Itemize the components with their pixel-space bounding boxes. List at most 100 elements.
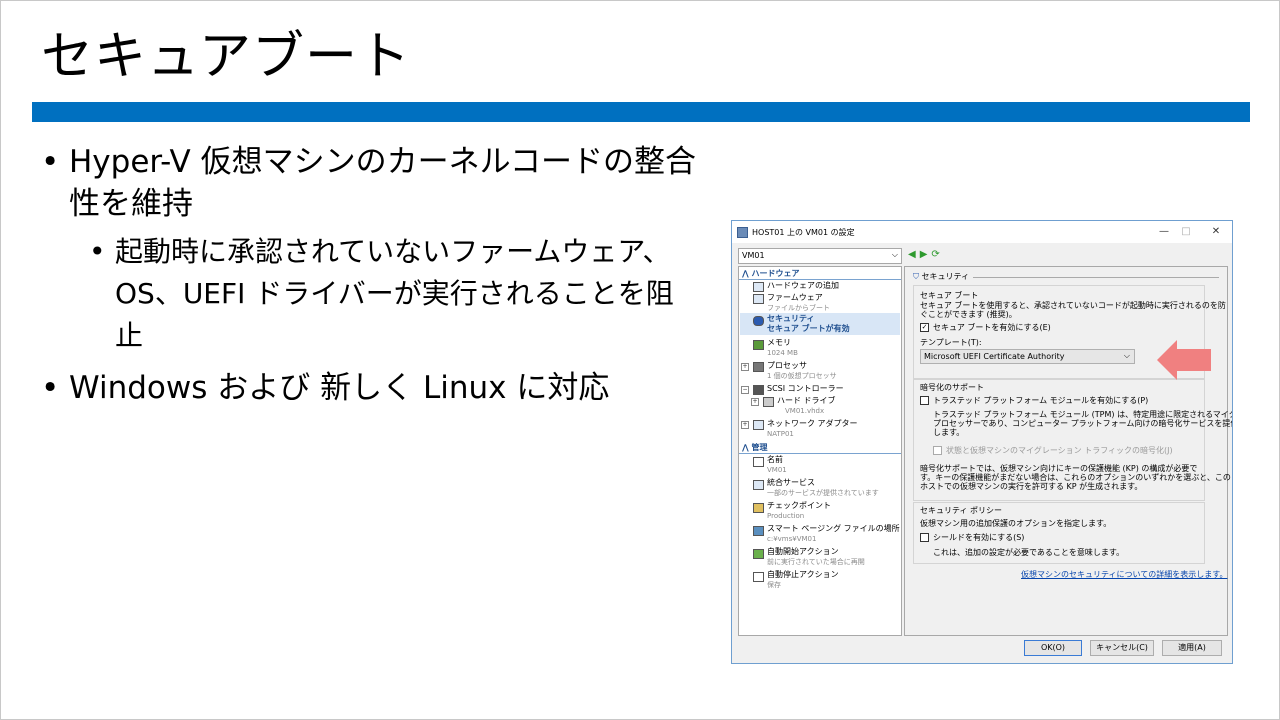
tree-sublabel: 1 個の仮想プロセッサ [767, 372, 837, 380]
secure-boot-title: セキュア ブート [920, 291, 979, 300]
template-value: Microsoft UEFI Certificate Authority [924, 352, 1065, 361]
name-icon [753, 457, 764, 467]
smart-paging-icon [753, 526, 764, 536]
tree-category-hardware[interactable]: ⋀ ハードウェア [742, 268, 800, 279]
tree-label: 自動開始アクション [767, 547, 839, 556]
tree-label: 統合サービス [767, 478, 815, 487]
tree-item-add-hardware[interactable]: ハードウェアの追加 [767, 281, 839, 291]
integration-services-icon [753, 480, 764, 490]
encrypt-migration-label: 状態と仮想マシンのマイグレーション トラフィックの暗号化(J) [946, 446, 1173, 455]
encrypt-migration-checkbox[interactable] [933, 446, 942, 455]
enable-secure-boot-label: セキュア ブートを有効にする(E) [933, 323, 1051, 332]
enable-tpm-checkbox[interactable] [920, 396, 929, 405]
hardware-label: ハードウェア [751, 269, 800, 278]
checkpoint-icon [753, 503, 764, 513]
hard-drive-icon [763, 397, 774, 407]
tree-item-processor[interactable]: プロセッサ 1 個の仮想プロセッサ [767, 361, 837, 381]
nav-arrows: ◀▶⟳ [908, 249, 944, 260]
add-hardware-icon [753, 282, 764, 292]
secure-boot-desc-2: ぐことができます (推奨)。 [920, 310, 1017, 319]
callout-arrow-icon [1157, 340, 1211, 380]
processor-icon [753, 362, 764, 372]
panel-heading: ⛉ セキュリティ [913, 271, 969, 282]
dialog-title: HOST01 上の VM01 の設定 [752, 228, 855, 237]
template-select[interactable]: Microsoft UEFI Certificate Authority ⌵ [920, 349, 1135, 364]
maximize-button[interactable]: □ [1178, 225, 1194, 239]
tree-sublabel: 保存 [767, 581, 781, 589]
expand-icon[interactable]: + [741, 421, 749, 429]
tree-label: メモリ [767, 338, 791, 347]
tree-item-memory[interactable]: メモリ 1024 MB [767, 338, 798, 358]
tree-label: ネットワーク アダプター [767, 419, 858, 428]
tree-item-network-adapter[interactable]: ネットワーク アダプター NATP01 [767, 419, 858, 439]
tree-label: ハードウェアの追加 [767, 281, 839, 290]
security-policy-desc: 仮想マシン用の追加保護のオプションを指定します。 [920, 519, 1112, 528]
close-button[interactable]: ✕ [1208, 225, 1224, 239]
network-adapter-icon [753, 420, 764, 430]
enable-shielding-label: シールドを有効にする(S) [933, 533, 1025, 542]
enable-shielding-checkbox[interactable] [920, 533, 929, 542]
tree-category-management[interactable]: ⋀ 管理 [742, 442, 768, 453]
panel-heading-text: セキュリティ [921, 272, 970, 281]
tree-item-smart-paging[interactable]: スマート ページング ファイルの場所 c:¥vms¥VM01 [767, 524, 900, 544]
apply-button[interactable]: 適用(A) [1162, 640, 1222, 656]
tree-item-auto-stop[interactable]: 自動停止アクション 保存 [767, 570, 839, 590]
minimize-button[interactable]: — [1156, 225, 1172, 239]
tpm-desc-1: トラステッド プラットフォーム モジュール (TPM) は、特定用途に限定される… [933, 410, 1233, 419]
ok-button[interactable]: OK(O) [1024, 640, 1082, 656]
tree-item-auto-start[interactable]: 自動開始アクション 前に実行されていた場合に再開 [767, 547, 865, 567]
tree-item-integration-services[interactable]: 統合サービス一部のサービスが提供されています [767, 478, 879, 498]
bullet-1-sub-1: 起動時に承認されていないファームウェア、OS、UEFI ドライバーが実行されるこ… [89, 231, 675, 357]
tree-sublabel: c:¥vms¥VM01 [767, 535, 817, 543]
tree-item-hard-drive[interactable]: ハード ドライブ VM01.vhdx [777, 396, 836, 416]
collapse-icon: ⋀ [742, 269, 752, 278]
tree-item-firmware[interactable]: ファームウェア ファイルからブート [767, 293, 830, 313]
back-arrow-icon[interactable]: ◀ [908, 249, 920, 260]
tree-item-name[interactable]: 名前 VM01 [767, 455, 787, 475]
shielding-note: これは、追加の設定が必要であることを意味します。 [933, 548, 1125, 557]
template-label: テンプレート(T): [920, 338, 982, 347]
tree-item-security[interactable]: セキュリティ セキュア ブートが有効 [767, 314, 850, 334]
expand-icon[interactable]: + [751, 398, 759, 406]
expand-icon[interactable]: + [741, 363, 749, 371]
secure-boot-desc-1: セキュア ブートを使用すると、承認されていないコードが起動時に実行されるのを防 [920, 301, 1226, 310]
auto-stop-icon [753, 572, 764, 582]
tree-label: ハード ドライブ [777, 396, 836, 405]
shield-icon [753, 316, 764, 326]
security-policy-group: セキュリティ ポリシー 仮想マシン用の追加保護のオプションを指定します。 シール… [913, 502, 1205, 564]
tree-label: SCSI コントローラー [767, 384, 844, 393]
scsi-controller-icon [753, 385, 764, 395]
management-label: 管理 [751, 443, 768, 452]
forward-arrow-icon[interactable]: ▶ [920, 249, 932, 260]
collapse-icon: ⋀ [742, 443, 752, 452]
enable-secure-boot-checkbox[interactable]: ✓ [920, 323, 929, 332]
slide-title: セキュアブート [41, 27, 411, 87]
tree-sublabel: 1024 MB [767, 349, 798, 357]
enable-tpm-label: トラステッド プラットフォーム モジュールを有効にする(P) [933, 396, 1149, 405]
bullet-1: Hyper-V 仮想マシンのカーネルコードの整合性を維持 [41, 141, 701, 225]
memory-icon [753, 340, 764, 350]
security-policy-title: セキュリティ ポリシー [920, 506, 1003, 515]
tree-sublabel: Production [767, 512, 805, 520]
tree-label: セキュリティ [767, 314, 815, 323]
vm-select-value: VM01 [742, 251, 765, 260]
shield-icon: ⛉ [913, 272, 922, 281]
tree-item-scsi-controller[interactable]: SCSI コントローラー [767, 384, 844, 394]
refresh-icon[interactable]: ⟳ [931, 249, 943, 260]
encryption-note-1: 暗号化サポートでは、仮想マシン向けにキーの保護機能 (KP) の構成が必要で [920, 464, 1198, 473]
tree-sublabel: NATP01 [767, 430, 794, 438]
auto-start-icon [753, 549, 764, 559]
cancel-button[interactable]: キャンセル(C) [1090, 640, 1154, 656]
hyperv-settings-icon [737, 227, 748, 238]
settings-tree: ⋀ ハードウェア ハードウェアの追加 ファームウェア ファイルからブート セキュリ… [738, 266, 902, 636]
chevron-down-icon: ⌵ [1123, 351, 1130, 360]
vm-select[interactable]: VM01 ⌵ [738, 248, 902, 264]
collapse-icon[interactable]: − [741, 386, 749, 394]
tree-label: プロセッサ [767, 361, 807, 370]
tree-label: スマート ページング ファイルの場所 [767, 524, 900, 533]
tpm-desc-2: プロセッサーであり、コンピューター プラットフォーム向けの暗号化サービスを提供 [933, 419, 1233, 428]
tree-item-checkpoint[interactable]: チェックポイント Production [767, 501, 831, 521]
tree-sublabel: 一部のサービスが提供されています [767, 489, 879, 497]
security-details-link[interactable]: 仮想マシンのセキュリティについての詳細を表示します。 [1021, 569, 1227, 580]
title-accent-bar [32, 102, 1250, 122]
